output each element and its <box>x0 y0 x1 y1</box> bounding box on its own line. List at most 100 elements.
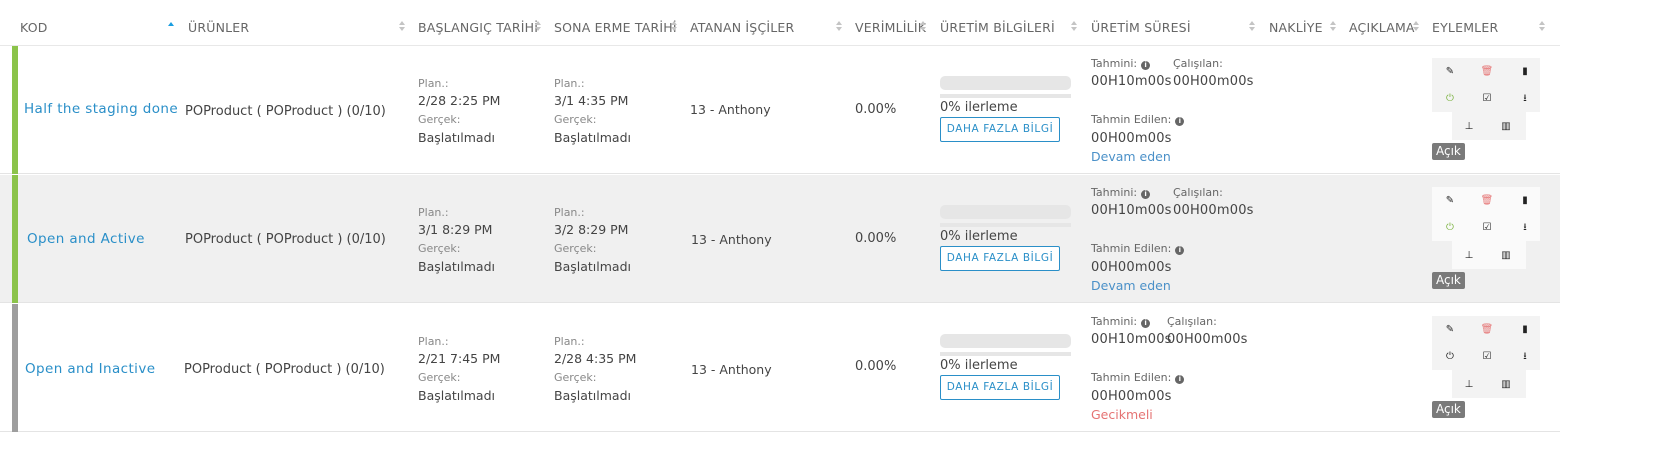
more-info-button[interactable]: DAHA FAZLA BİLGİ <box>940 246 1060 271</box>
sort-icon[interactable] <box>836 19 842 33</box>
table-row[interactable]: Open and Inactive POProduct ( POProduct … <box>0 304 1560 432</box>
edit-icon[interactable]: ✎ <box>1443 323 1457 337</box>
sort-icon[interactable] <box>1249 19 1255 33</box>
predicted-value: 00H00m00s <box>1091 389 1172 404</box>
table-row[interactable]: Open and Active POProduct ( POProduct ) … <box>0 175 1560 303</box>
start-plan-label: Plan.: <box>418 335 449 348</box>
start-plan-label: Plan.: <box>418 77 449 90</box>
sort-icon[interactable] <box>671 19 677 33</box>
efficiency-value: 0.00% <box>855 359 897 374</box>
info-icon[interactable]: i <box>1175 375 1185 384</box>
worked-label: Çalışılan: <box>1173 186 1223 199</box>
progress-text: 0% ilerleme <box>940 358 1018 373</box>
sitemap-icon[interactable]: ⊥ <box>1462 120 1476 134</box>
progress-track <box>940 223 1071 227</box>
barcode-icon[interactable]: ▥ <box>1499 120 1513 134</box>
status-bar <box>12 175 18 303</box>
sort-icon[interactable] <box>1413 19 1419 33</box>
sort-asc-icon[interactable] <box>168 19 174 33</box>
info-icon[interactable]: i <box>1141 61 1151 70</box>
table-row[interactable]: Half the staging done POProduct ( POProd… <box>0 46 1560 174</box>
end-plan-label: Plan.: <box>554 77 585 90</box>
end-actual-label: Gerçek: <box>554 113 597 126</box>
barcode-icon[interactable]: ▥ <box>1499 378 1513 392</box>
col-baslangic[interactable]: BAŞLANGIÇ TARİHİ <box>418 20 538 35</box>
sort-icon[interactable] <box>1071 19 1077 33</box>
order-code-link[interactable]: Open and Inactive <box>25 361 155 377</box>
document-icon[interactable]: ▮ <box>1518 65 1532 79</box>
end-plan-label: Plan.: <box>554 335 585 348</box>
end-actual-label: Gerçek: <box>554 242 597 255</box>
download-icon[interactable]: ⭳ <box>1518 92 1532 106</box>
check-icon[interactable]: ☑ <box>1480 350 1494 364</box>
col-verimlilik[interactable]: VERİMLİLİK <box>855 20 926 35</box>
start-actual-value: Başlatılmadı <box>418 130 495 145</box>
end-actual-value: Başlatılmadı <box>554 388 631 403</box>
delete-icon[interactable]: 🗑 <box>1480 194 1494 208</box>
info-icon[interactable]: i <box>1175 246 1185 255</box>
estimated-value: 00H10m00s <box>1091 203 1172 218</box>
more-info-button[interactable]: DAHA FAZLA BİLGİ <box>940 375 1060 400</box>
product-name: POProduct ( POProduct ) (0/10) <box>184 362 385 377</box>
delete-icon[interactable]: 🗑 <box>1480 323 1494 337</box>
estimated-label: Tahmini: i <box>1091 57 1151 70</box>
barcode-icon[interactable]: ▥ <box>1499 249 1513 263</box>
document-icon[interactable]: ▮ <box>1518 194 1532 208</box>
end-actual-value: Başlatılmadı <box>554 259 631 274</box>
download-icon[interactable]: ⭳ <box>1518 350 1532 364</box>
col-eylemler[interactable]: EYLEMLER <box>1432 20 1498 35</box>
check-icon[interactable]: ☑ <box>1480 92 1494 106</box>
document-icon[interactable]: ▮ <box>1518 323 1532 337</box>
open-badge: Açık <box>1432 272 1465 289</box>
col-atanan[interactable]: ATANAN İŞÇİLER <box>690 20 794 35</box>
edit-icon[interactable]: ✎ <box>1443 65 1457 79</box>
start-plan-value: 3/1 8:29 PM <box>418 222 493 237</box>
status-bar <box>12 46 18 174</box>
order-code-link[interactable]: Open and Active <box>27 231 145 247</box>
start-actual-value: Başlatılmadı <box>418 259 495 274</box>
sort-icon[interactable] <box>1539 19 1545 33</box>
download-icon[interactable]: ⭳ <box>1518 221 1532 235</box>
status-text: Devam eden <box>1091 149 1171 164</box>
more-info-button[interactable]: DAHA FAZLA BİLGİ <box>940 117 1060 142</box>
info-icon[interactable]: i <box>1175 117 1185 126</box>
edit-icon[interactable]: ✎ <box>1443 194 1457 208</box>
end-plan-label: Plan.: <box>554 206 585 219</box>
sort-icon[interactable] <box>1330 19 1336 33</box>
end-plan-value: 3/2 8:29 PM <box>554 222 629 237</box>
col-uretim-bilgileri[interactable]: ÜRETİM BİLGİLERİ <box>940 20 1055 35</box>
status-text: Gecikmeli <box>1091 407 1153 422</box>
sort-icon[interactable] <box>535 19 541 33</box>
sitemap-icon[interactable]: ⊥ <box>1462 378 1476 392</box>
sitemap-icon[interactable]: ⊥ <box>1462 249 1476 263</box>
info-icon[interactable]: i <box>1141 319 1151 328</box>
col-urunler[interactable]: ÜRÜNLER <box>188 20 249 35</box>
delete-icon[interactable]: 🗑 <box>1480 65 1494 79</box>
start-actual-label: Gerçek: <box>418 113 461 126</box>
col-uretim-suresi[interactable]: ÜRETİM SÜRESİ <box>1091 20 1191 35</box>
progress-bar <box>940 76 1071 90</box>
start-actual-value: Başlatılmadı <box>418 388 495 403</box>
assigned-worker: 13 - Anthony <box>690 102 771 117</box>
end-actual-label: Gerçek: <box>554 371 597 384</box>
check-icon[interactable]: ☑ <box>1480 221 1494 235</box>
col-aciklama[interactable]: AÇIKLAMA <box>1349 20 1415 35</box>
start-plan-value: 2/28 2:25 PM <box>418 93 501 108</box>
power-icon[interactable]: ⏻ <box>1443 350 1457 364</box>
power-icon[interactable]: ⏻ <box>1443 221 1457 235</box>
info-icon[interactable]: i <box>1141 190 1151 199</box>
estimated-value: 00H10m00s <box>1091 74 1172 89</box>
col-kod[interactable]: KOD <box>20 20 48 35</box>
power-icon[interactable]: ⏻ <box>1443 92 1457 106</box>
col-nakliye[interactable]: NAKLİYE <box>1269 20 1323 35</box>
product-name: POProduct ( POProduct ) (0/10) <box>185 104 386 119</box>
status-text: Devam eden <box>1091 278 1171 293</box>
end-actual-value: Başlatılmadı <box>554 130 631 145</box>
col-sona-erme[interactable]: SONA ERME TARİHİ <box>554 20 677 35</box>
product-name: POProduct ( POProduct ) (0/10) <box>185 232 386 247</box>
sort-icon[interactable] <box>399 19 405 33</box>
open-badge: Açık <box>1432 401 1465 418</box>
sort-icon[interactable] <box>920 19 926 33</box>
status-bar <box>12 304 18 432</box>
order-code-link[interactable]: Half the staging done <box>24 101 178 117</box>
